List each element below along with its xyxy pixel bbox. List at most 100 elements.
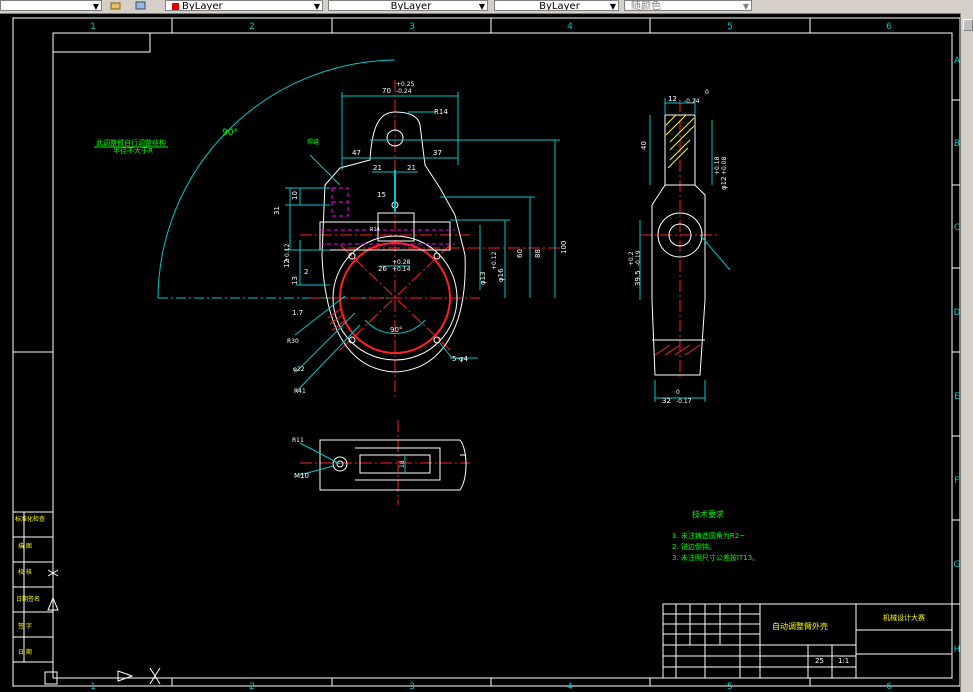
dim-phi13: φ13 xyxy=(479,271,487,285)
side-bottom-tol: -0.17 xyxy=(676,398,692,405)
chevron-down-icon[interactable]: ▼ xyxy=(479,1,485,10)
dim-15: 15 xyxy=(377,191,386,199)
dim-r41: R41 xyxy=(294,388,306,395)
dim-60: 60 xyxy=(516,249,524,258)
dim-26-tol2: +0.14 xyxy=(392,266,411,273)
dim-10: 10 xyxy=(291,191,299,200)
drawing-frame xyxy=(12,17,960,687)
sig-label-1: 标准化检查 xyxy=(15,515,45,523)
zone-col-2-bottom: 2 xyxy=(249,682,255,692)
side-top-zero: 0 xyxy=(705,89,709,96)
side-top-tol: -0.24 xyxy=(684,98,700,105)
technical-notes: 技术要求 1. 未注铸造圆角为R2~ 2. 锐边倒钝。 3. 未注明尺寸公差按I… xyxy=(672,509,759,562)
zone-col-6-bottom: 6 xyxy=(886,682,892,692)
dim-r30: R30 xyxy=(287,338,299,345)
side-39: 39.5 xyxy=(634,270,642,286)
dim-13: 13 xyxy=(291,276,299,285)
side-bottom-dim: 32 xyxy=(662,397,671,405)
linetype-combo-value: ByLayer xyxy=(390,1,432,11)
sig-label-3: 校 核 xyxy=(18,568,32,576)
dim-phi22: φ22 xyxy=(293,366,305,373)
color-combo-value: ByLayer xyxy=(182,1,223,11)
plotstyle-combo[interactable]: 随颜色 ▼ xyxy=(624,0,752,11)
tech-note-1: 1. 未注铸造圆角为R2~ xyxy=(672,531,745,540)
dim-r14-small: R14 xyxy=(370,227,380,233)
side-phi12-tol2: +0.08 xyxy=(721,156,728,175)
tech-title: 技术要求 xyxy=(692,509,724,519)
zone-col-5-bottom: 5 xyxy=(727,682,733,692)
dim-88: 88 xyxy=(534,249,542,258)
drawing-canvas[interactable]: 1 2 3 4 5 6 1 2 3 4 5 6 A B C D E F G H … xyxy=(0,13,960,692)
zone-col-3-bottom: 3 xyxy=(409,682,415,692)
zone-labels: 1 2 3 4 5 6 1 2 3 4 5 6 A B C D E F G H xyxy=(90,22,960,692)
layer-icon[interactable] xyxy=(110,1,122,11)
title-part-name: 自动调整臂外壳 xyxy=(772,621,828,631)
tech-note-2: 2. 锐边倒钝。 xyxy=(672,542,716,551)
dim-21b: 21 xyxy=(407,164,416,172)
sig-label-5: 签 字 xyxy=(18,622,32,630)
dim-26: 26 xyxy=(378,265,387,273)
tech-note-3: 3. 未注明尺寸公差按IT13。 xyxy=(672,553,759,562)
bottom-18: 18 xyxy=(399,460,406,468)
dim-phi16: φ16 xyxy=(497,268,505,282)
dim-tol012a: +0.12 xyxy=(284,243,291,262)
linetype-combo[interactable]: ByLayer ▼ xyxy=(328,0,488,11)
chevron-down-icon[interactable]: ▼ xyxy=(93,1,99,10)
left-note: 此调整臂自行调整结构 半径不大于R xyxy=(94,138,168,155)
plotstyle-combo-value: 随颜色 xyxy=(631,1,661,11)
ucs-icon xyxy=(47,569,59,611)
zone-col-4-bottom: 4 xyxy=(567,682,573,692)
dim-r14: R14 xyxy=(434,108,448,116)
title-block-text: 自动调整臂外壳 机械设计大赛 1:1 25 xyxy=(772,613,925,665)
side-dim-text: 12 -0.24 0 32 -0.17 0 40 39.5 -0.19 +0.2… xyxy=(628,89,728,405)
side-40: 40 xyxy=(640,141,648,150)
dim-21a: 21 xyxy=(373,164,382,172)
vertical-scrollbar[interactable] xyxy=(960,13,973,692)
dim-weld: 焊缝 xyxy=(307,138,319,146)
sig-label-4: 日期签名 xyxy=(16,595,40,603)
dim-47: 47 xyxy=(352,149,361,157)
title-sheet: 25 xyxy=(815,657,824,665)
chevron-down-icon[interactable]: ▼ xyxy=(610,1,616,10)
layer-stack-icon[interactable] xyxy=(135,1,147,11)
dim-90b: 90° xyxy=(390,326,402,334)
lineweight-combo[interactable]: ByLayer ▼ xyxy=(494,0,619,11)
dim-37: 37 xyxy=(433,149,442,157)
dim-tol012b: +0.12 xyxy=(491,251,498,270)
dim-top-width: 70 xyxy=(382,87,391,95)
dim-2: 2 xyxy=(304,268,308,276)
bottom-r11: R11 xyxy=(292,437,304,444)
lineweight-combo-value: ByLayer xyxy=(539,1,580,11)
zone-col-1-bottom: 1 xyxy=(90,682,96,692)
zone-col-4: 4 xyxy=(567,22,573,32)
side-phi12-tol: +0.18 xyxy=(714,156,721,175)
color-combo-bylayer[interactable]: ByLayer ▼ xyxy=(165,0,323,11)
title-scale: 1:1 xyxy=(838,657,849,665)
dim-100: 100 xyxy=(560,241,568,254)
side-view xyxy=(639,98,731,402)
dim-top-tol-dn: -0.24 xyxy=(396,88,412,95)
side-top-dim: 12 xyxy=(668,95,677,103)
dim-holes: 5-φ4 xyxy=(452,355,469,363)
properties-toolbar: ▼ ByLayer ▼ ByLayer ▼ ByLayer ▼ 随颜色 ▼ xyxy=(0,0,973,14)
bottom-view: R11 M10 18 xyxy=(292,420,470,505)
side-39-tol2: +0.2 xyxy=(628,251,635,266)
left-note-line1: 此调整臂自行调整结构 xyxy=(96,138,166,147)
dim-31: 31 xyxy=(273,206,281,215)
dim-top-tol-up: +0.25 xyxy=(396,81,415,88)
zone-col-2: 2 xyxy=(249,22,255,32)
red-swatch-icon xyxy=(172,2,179,10)
sig-label-6: 日 期 xyxy=(18,648,32,656)
zone-col-1: 1 xyxy=(90,22,96,32)
front-view xyxy=(300,80,560,400)
color-combo[interactable]: ▼ xyxy=(0,0,102,11)
dim-1-7: 1.7 xyxy=(292,309,303,317)
side-bottom-zero: 0 xyxy=(676,389,680,396)
dim-26-tol: +0.28 xyxy=(392,259,411,266)
zone-col-6: 6 xyxy=(886,22,892,32)
side-39-tol: -0.19 xyxy=(635,250,642,266)
scrollbar-thumb[interactable] xyxy=(963,19,973,31)
zone-col-5: 5 xyxy=(727,22,733,32)
chevron-down-icon[interactable]: ▼ xyxy=(743,1,749,10)
chevron-down-icon[interactable]: ▼ xyxy=(314,1,320,10)
